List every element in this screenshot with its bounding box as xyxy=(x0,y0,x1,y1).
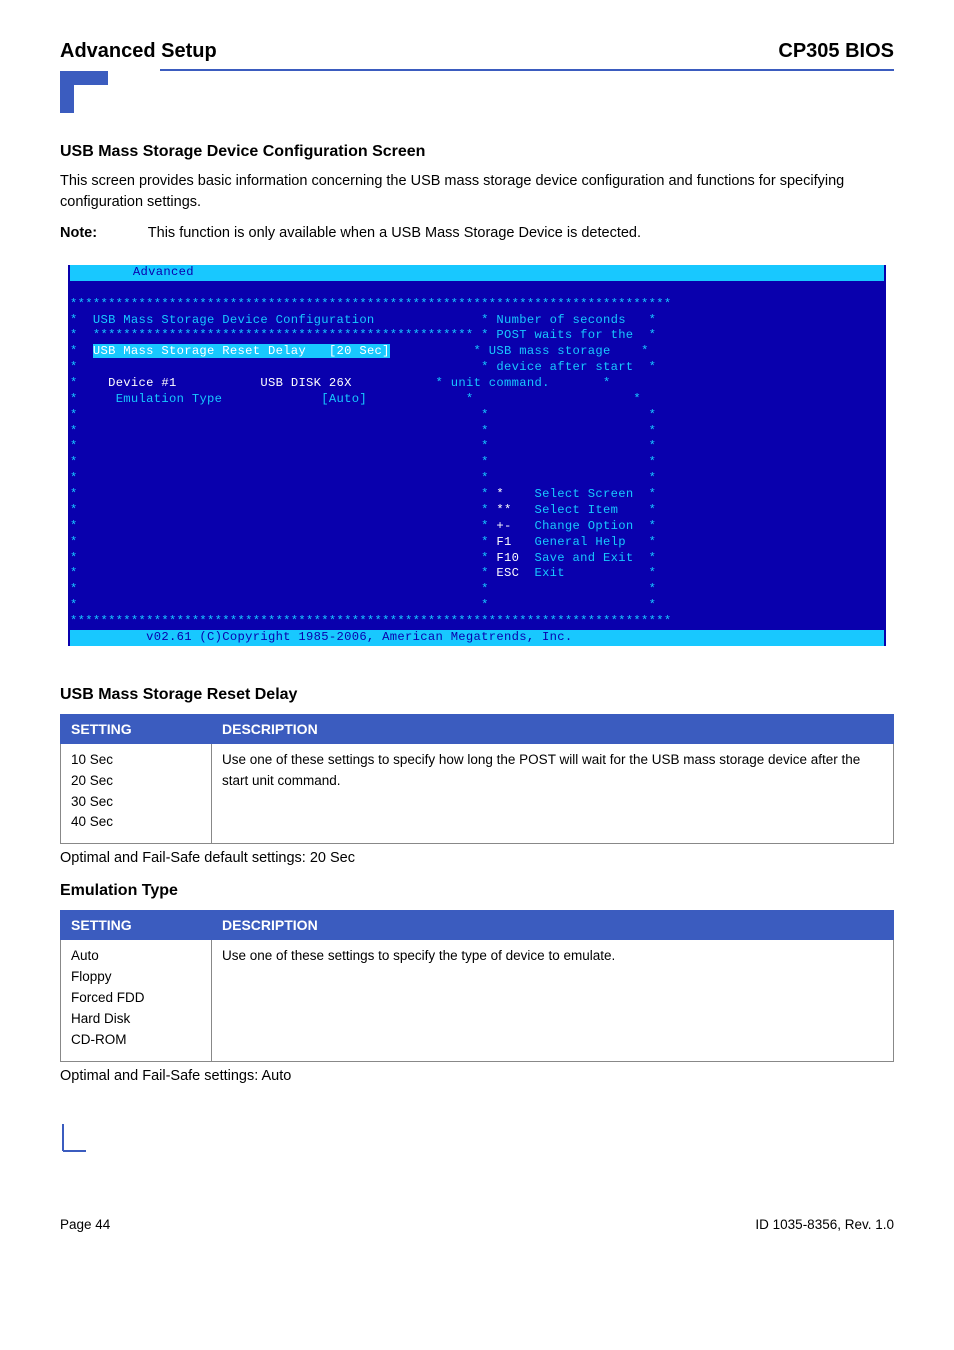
list-item: 30 Sec xyxy=(71,792,201,813)
bios-config-title: USB Mass Storage Device Configuration xyxy=(93,313,375,327)
list-item: Forced FDD xyxy=(71,988,201,1009)
footer-corner-icon xyxy=(60,1124,894,1157)
bios-screen: Advanced *******************************… xyxy=(68,265,886,646)
list-item: 20 Sec xyxy=(71,771,201,792)
bios-tab-advanced: Advanced xyxy=(131,265,196,279)
bios-help-2: POST waits for the xyxy=(496,328,633,342)
emulation-desc-cell: Use one of these settings to specify the… xyxy=(212,940,894,1062)
table-reset-delay: Setting Description 10 Sec 20 Sec 30 Sec… xyxy=(60,714,894,845)
section-title-config: USB Mass Storage Device Configuration Sc… xyxy=(60,143,894,161)
bios-help-3: USB mass storage xyxy=(489,344,611,358)
table-emulation: Setting Description Auto Floppy Forced F… xyxy=(60,910,894,1062)
bios-emulation-row[interactable]: Emulation Type [Auto] xyxy=(116,392,367,406)
list-item: CD-ROM xyxy=(71,1030,201,1051)
bios-help-1: Number of seconds xyxy=(496,313,625,327)
page-number: Page 44 xyxy=(60,1217,110,1232)
note: Note: This function is only available wh… xyxy=(60,225,894,241)
list-item: 10 Sec xyxy=(71,750,201,771)
header-right: CP305 BIOS xyxy=(778,40,894,63)
col-description: Description xyxy=(212,911,894,940)
bios-reset-delay-row[interactable]: USB Mass Storage Reset Delay [20 Sec] xyxy=(93,344,390,358)
reset-delay-default: Optimal and Fail-Safe default settings: … xyxy=(60,850,894,866)
col-setting: Setting xyxy=(61,911,212,940)
emulation-default: Optimal and Fail-Safe settings: Auto xyxy=(60,1068,894,1084)
bios-device-value: USB DISK 26X xyxy=(260,376,351,390)
reset-delay-desc-cell: Use one of these settings to specify how… xyxy=(212,743,894,844)
section-title-emulation: Emulation Type xyxy=(60,882,894,900)
col-setting: Setting xyxy=(61,714,212,743)
bios-copyright: v02.61 (C)Copyright 1985-2006, American … xyxy=(146,630,572,644)
brand-logo xyxy=(60,71,894,123)
page-header: Advanced Setup CP305 BIOS xyxy=(60,40,894,65)
section-intro: This screen provides basic information c… xyxy=(60,171,894,213)
section-title-reset-delay: USB Mass Storage Reset Delay xyxy=(60,686,894,704)
bios-help-5: unit command. xyxy=(451,376,550,390)
emulation-settings-cell: Auto Floppy Forced FDD Hard Disk CD-ROM xyxy=(61,940,212,1062)
bios-device-label: Device #1 xyxy=(108,376,177,390)
header-left: Advanced Setup xyxy=(60,40,217,63)
col-description: Description xyxy=(212,714,894,743)
page-footer: Page 44 ID 1035-8356, Rev. 1.0 xyxy=(60,1217,894,1232)
list-item: 40 Sec xyxy=(71,812,201,833)
doc-id: ID 1035-8356, Rev. 1.0 xyxy=(755,1217,894,1232)
note-label: Note: xyxy=(60,225,144,241)
bios-help-4: device after start xyxy=(496,360,633,374)
note-text: This function is only available when a U… xyxy=(148,225,641,241)
reset-delay-settings-cell: 10 Sec 20 Sec 30 Sec 40 Sec xyxy=(61,743,212,844)
list-item: Hard Disk xyxy=(71,1009,201,1030)
list-item: Auto xyxy=(71,946,201,967)
list-item: Floppy xyxy=(71,967,201,988)
